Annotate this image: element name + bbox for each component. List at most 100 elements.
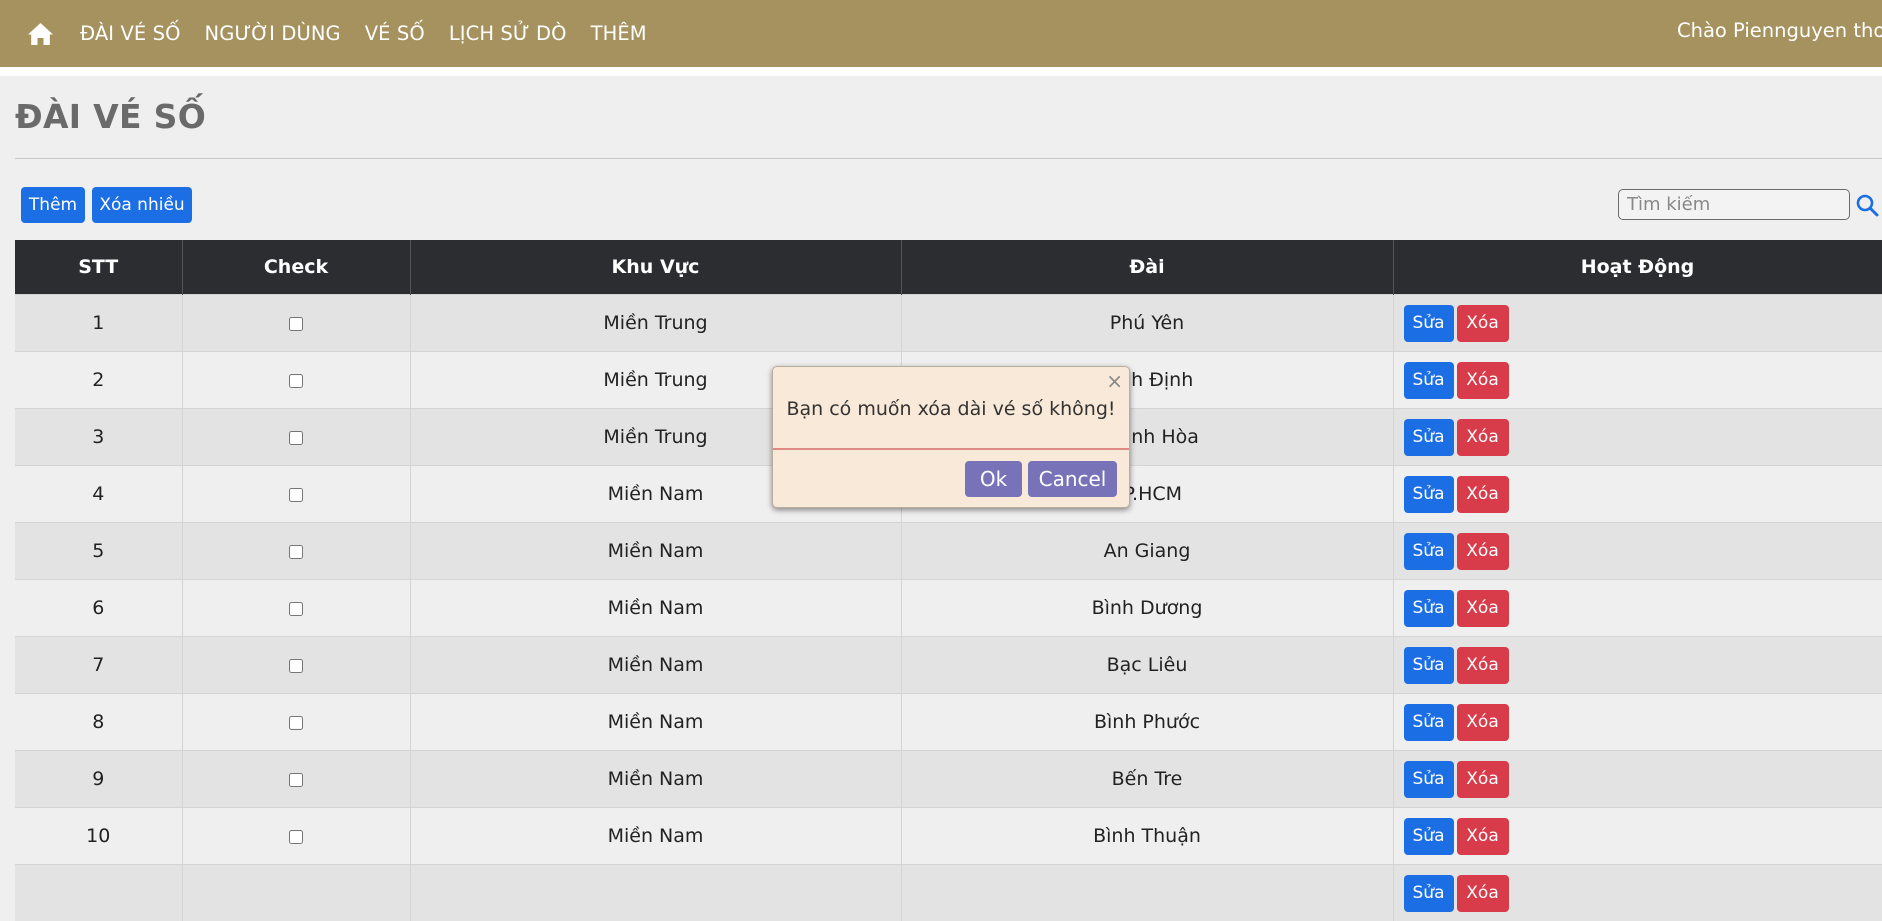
cell-stt: 4: [15, 466, 182, 523]
edit-button[interactable]: Sửa: [1404, 533, 1454, 570]
cell-stt: 1: [15, 295, 182, 352]
header-actions: Hoạt Động: [1393, 240, 1882, 295]
delete-many-button[interactable]: Xóa nhiều: [92, 187, 192, 223]
cell-check: [182, 808, 410, 865]
edit-button[interactable]: Sửa: [1404, 305, 1454, 342]
cell-actions: SửaXóa: [1393, 694, 1882, 751]
header-station: Đài: [901, 240, 1393, 295]
table-row: 6Miền NamBình DươngSửaXóa: [15, 580, 1882, 637]
cell-station: Bình Phước: [901, 694, 1393, 751]
edit-button[interactable]: Sửa: [1404, 761, 1454, 798]
nav-lich-su-do[interactable]: LỊCH SỬ DÒ: [449, 22, 567, 45]
edit-button[interactable]: Sửa: [1404, 590, 1454, 627]
row-checkbox[interactable]: [289, 317, 303, 331]
row-checkbox[interactable]: [289, 659, 303, 673]
cell-check: [182, 865, 410, 921]
delete-button[interactable]: Xóa: [1457, 305, 1509, 342]
home-icon[interactable]: [27, 20, 54, 47]
title-divider: [15, 158, 1882, 159]
cell-actions: SửaXóa: [1393, 580, 1882, 637]
cell-actions: SửaXóa: [1393, 808, 1882, 865]
delete-button[interactable]: Xóa: [1457, 704, 1509, 741]
cell-stt: 9: [15, 751, 182, 808]
row-checkbox[interactable]: [289, 773, 303, 787]
cell-stt: 6: [15, 580, 182, 637]
delete-button[interactable]: Xóa: [1457, 818, 1509, 855]
edit-button[interactable]: Sửa: [1404, 362, 1454, 399]
row-checkbox[interactable]: [289, 488, 303, 502]
user-greeting[interactable]: Chào Piennguyen thoá: [1677, 19, 1882, 42]
delete-button[interactable]: Xóa: [1457, 362, 1509, 399]
cell-station: Bạc Liêu: [901, 637, 1393, 694]
cell-check: [182, 637, 410, 694]
cell-stt: 7: [15, 637, 182, 694]
cell-stt: 8: [15, 694, 182, 751]
header-check: Check: [182, 240, 410, 295]
cell-region: Miền Nam: [410, 637, 901, 694]
cell-check: [182, 523, 410, 580]
cell-actions: SửaXóa: [1393, 751, 1882, 808]
cell-station: Bến Tre: [901, 751, 1393, 808]
delete-button[interactable]: Xóa: [1457, 419, 1509, 456]
cell-check: [182, 352, 410, 409]
cell-region: Miền Nam: [410, 523, 901, 580]
nav-them[interactable]: THÊM: [591, 22, 647, 45]
delete-button[interactable]: Xóa: [1457, 761, 1509, 798]
delete-button[interactable]: Xóa: [1457, 875, 1509, 912]
cell-check: [182, 694, 410, 751]
row-checkbox[interactable]: [289, 830, 303, 844]
table-header-row: STT Check Khu Vực Đài Hoạt Động: [15, 240, 1882, 295]
row-checkbox[interactable]: [289, 602, 303, 616]
delete-button[interactable]: Xóa: [1457, 590, 1509, 627]
cell-station: Phú Yên: [901, 295, 1393, 352]
edit-button[interactable]: Sửa: [1404, 818, 1454, 855]
cell-actions: SửaXóa: [1393, 637, 1882, 694]
add-button[interactable]: Thêm: [21, 187, 85, 223]
cell-region: Miền Nam: [410, 580, 901, 637]
nav-dai-ve-so[interactable]: ĐÀI VÉ SỐ: [80, 22, 181, 45]
cell-station: [901, 865, 1393, 921]
edit-button[interactable]: Sửa: [1404, 647, 1454, 684]
cell-stt: 10: [15, 808, 182, 865]
cell-actions: SửaXóa: [1393, 523, 1882, 580]
delete-button[interactable]: Xóa: [1457, 476, 1509, 513]
cell-check: [182, 409, 410, 466]
table-row: 8Miền NamBình PhướcSửaXóa: [15, 694, 1882, 751]
cell-station: Bình Dương: [901, 580, 1393, 637]
cancel-button[interactable]: Cancel: [1028, 461, 1117, 497]
row-checkbox[interactable]: [289, 716, 303, 730]
nav-ve-so[interactable]: VÉ SỐ: [365, 22, 425, 45]
search-input[interactable]: [1618, 189, 1850, 220]
cell-station: An Giang: [901, 523, 1393, 580]
edit-button[interactable]: Sửa: [1404, 419, 1454, 456]
row-checkbox[interactable]: [289, 431, 303, 445]
table-row: 5Miền NamAn GiangSửaXóa: [15, 523, 1882, 580]
confirm-delete-dialog: × Bạn có muốn xóa dài vé số không! Ok Ca…: [772, 366, 1130, 508]
cell-actions: SửaXóa: [1393, 295, 1882, 352]
cell-actions: SửaXóa: [1393, 466, 1882, 523]
delete-button[interactable]: Xóa: [1457, 533, 1509, 570]
row-checkbox[interactable]: [289, 374, 303, 388]
nav-nguoi-dung[interactable]: NGƯỜI DÙNG: [205, 22, 341, 45]
cell-actions: SửaXóa: [1393, 865, 1882, 921]
delete-button[interactable]: Xóa: [1457, 647, 1509, 684]
cell-check: [182, 466, 410, 523]
cell-region: Miền Nam: [410, 694, 901, 751]
header-stt: STT: [15, 240, 182, 295]
edit-button[interactable]: Sửa: [1404, 704, 1454, 741]
cell-actions: SửaXóa: [1393, 352, 1882, 409]
ok-button[interactable]: Ok: [965, 461, 1022, 497]
header-region: Khu Vực: [410, 240, 901, 295]
cell-stt: 3: [15, 409, 182, 466]
close-icon[interactable]: ×: [1106, 371, 1123, 391]
row-checkbox[interactable]: [289, 545, 303, 559]
edit-button[interactable]: Sửa: [1404, 875, 1454, 912]
cell-station: Bình Thuận: [901, 808, 1393, 865]
table-row: 10Miền NamBình ThuậnSửaXóa: [15, 808, 1882, 865]
dialog-divider: [773, 448, 1129, 450]
cell-stt: 2: [15, 352, 182, 409]
search-icon[interactable]: [1855, 193, 1879, 217]
cell-region: Miền Nam: [410, 808, 901, 865]
table-row: SửaXóa: [15, 865, 1882, 921]
edit-button[interactable]: Sửa: [1404, 476, 1454, 513]
